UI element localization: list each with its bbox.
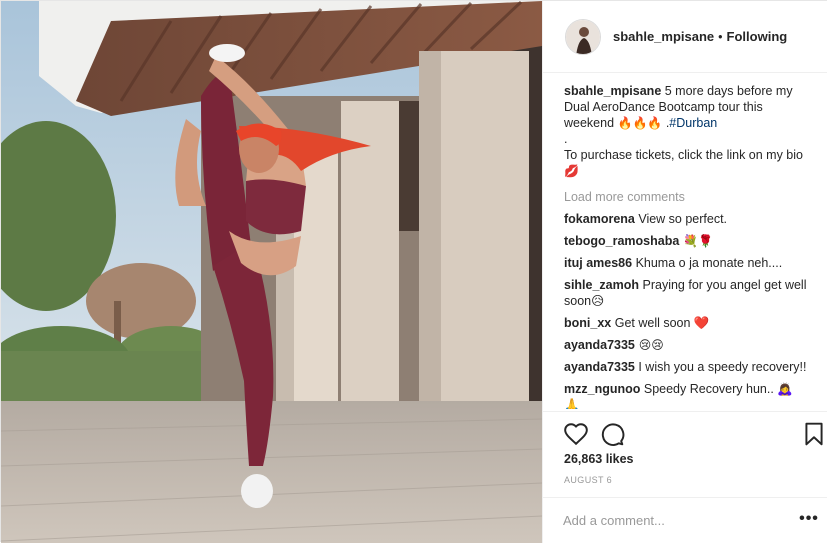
kiss-emoji: 💋 bbox=[564, 164, 579, 178]
post-caption: sbahle_mpisane 5 more days before my Dua… bbox=[564, 83, 807, 179]
comment-username[interactable]: ayanda7335 bbox=[564, 338, 635, 352]
instagram-post: sbahle_mpisane • Following sbahle_mpisan… bbox=[0, 0, 827, 543]
comment-item: ituj ames86 Khuma o ja monate neh.... bbox=[564, 255, 807, 271]
comment-username[interactable]: tebogo_ramoshaba bbox=[564, 234, 679, 248]
header-separator: • bbox=[718, 29, 723, 44]
comment-username[interactable]: sihle_zamoh bbox=[564, 278, 639, 292]
bookmark-icon[interactable] bbox=[801, 421, 827, 447]
comment-icon[interactable] bbox=[599, 421, 625, 447]
action-bar bbox=[543, 411, 827, 451]
comment-item: tebogo_ramoshaba 💐🌹 bbox=[564, 233, 807, 249]
comment-text: 😢😢 bbox=[634, 338, 664, 352]
comment-text: I wish you a speedy recovery!! bbox=[634, 360, 807, 374]
comment-item: boni_xx Get well soon ❤️ bbox=[564, 315, 807, 331]
comment-item: fokamorena View so perfect. bbox=[564, 211, 807, 227]
comment-item: ayanda7335 😢😢 bbox=[564, 337, 807, 353]
comment-text: Get well soon ❤️ bbox=[611, 316, 710, 330]
likes-count[interactable]: 26,863 likes bbox=[564, 452, 634, 466]
comment-item: mzz_ngunoo Speedy Recovery hun.. 🙇‍♀️🙏 bbox=[564, 381, 807, 409]
hashtag-link[interactable]: #Durban bbox=[669, 116, 717, 130]
comment-username[interactable]: boni_xx bbox=[564, 316, 611, 330]
caption-dot: . bbox=[564, 132, 568, 146]
caption-username[interactable]: sbahle_mpisane bbox=[564, 84, 661, 98]
comment-text: Khuma o ja monate neh.... bbox=[632, 256, 783, 270]
comment-username[interactable]: fokamorena bbox=[564, 212, 635, 226]
post-date[interactable]: AUGUST 6 bbox=[564, 475, 612, 485]
post-side-panel: sbahle_mpisane • Following sbahle_mpisan… bbox=[542, 1, 827, 543]
comments-list[interactable]: sbahle_mpisane 5 more days before my Dua… bbox=[543, 73, 827, 409]
header-username[interactable]: sbahle_mpisane bbox=[613, 29, 714, 44]
comment-text: 💐🌹 bbox=[679, 234, 714, 248]
following-button[interactable]: Following bbox=[727, 29, 788, 44]
post-photo[interactable] bbox=[1, 1, 542, 543]
load-more-comments-button[interactable]: Load more comments bbox=[564, 189, 807, 205]
comment-username[interactable]: ayanda7335 bbox=[564, 360, 635, 374]
avatar-image bbox=[566, 19, 600, 54]
more-options-icon[interactable]: ••• bbox=[799, 510, 819, 530]
avatar[interactable] bbox=[565, 18, 601, 55]
caption-text-2: To purchase tickets, click the link on m… bbox=[564, 148, 803, 162]
comment-item: sihle_zamoh Praying for you angel get we… bbox=[564, 277, 807, 309]
fire-emoji: 🔥🔥🔥 bbox=[617, 116, 663, 130]
heart-icon[interactable] bbox=[563, 421, 589, 447]
comment-text: View so perfect. bbox=[634, 212, 728, 226]
comment-username[interactable]: mzz_ngunoo bbox=[564, 382, 640, 396]
post-image bbox=[1, 1, 542, 543]
add-comment-section: ••• bbox=[543, 497, 827, 543]
comment-username[interactable]: ituj ames86 bbox=[564, 256, 632, 270]
add-comment-input[interactable] bbox=[563, 510, 788, 530]
post-header: sbahle_mpisane • Following bbox=[543, 1, 827, 73]
comment-item: ayanda7335 I wish you a speedy recovery!… bbox=[564, 359, 807, 375]
